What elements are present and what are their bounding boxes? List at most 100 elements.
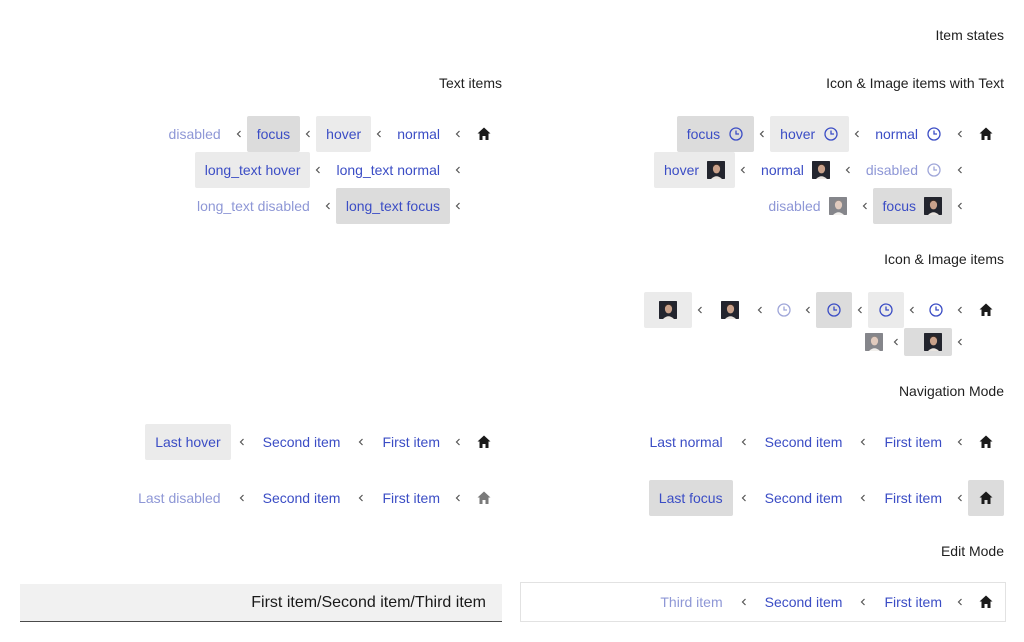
chevron-left-icon [888,337,904,347]
avatar-image [828,197,847,215]
breadcrumb-path-input[interactable]: First item/Second item/Third item [20,584,502,622]
home-icon[interactable] [968,292,1004,328]
icon-text-item-disabled: disabled [856,152,952,188]
header-edit-mode: Edit Mode [940,543,1004,559]
icon-text-row-3: disabled focus [758,188,1004,224]
icon-item-normal[interactable] [920,292,952,328]
chevron-left-icon [371,129,387,139]
nav-item-first[interactable]: First item [874,424,952,460]
chevron-left-icon [733,597,755,607]
chevron-left-icon [350,493,372,503]
edit-item-third: Third item [660,594,723,610]
header-item-states: Item states [935,27,1004,43]
clock-icon [926,162,942,178]
home-icon[interactable] [968,584,1004,620]
icon-text-item-focus[interactable]: focus [676,116,755,152]
chevron-left-icon [320,201,336,211]
header-icon-image-with-text: Icon & Image items with Text [826,75,1004,91]
avatar-image [721,301,739,319]
chevron-left-icon [733,437,755,447]
nav-item-second[interactable]: Second item [755,480,853,516]
nav-item-first[interactable]: First item [874,480,952,516]
clock-icon [878,302,894,318]
avatar-image [924,197,942,215]
item-label: hover [664,162,700,178]
chevron-left-icon [800,305,816,315]
chevron-left-icon [231,437,253,447]
chevron-left-icon [852,305,868,315]
image-item-normal[interactable] [708,292,752,328]
breadcrumb-item-normal[interactable]: normal [387,116,450,152]
avatar-image [659,301,677,319]
header-text-items: Text items [438,75,502,91]
icon-text-row-2: hover normal disabled [654,152,1004,188]
edit-item-second[interactable]: Second item [755,584,853,620]
chevron-left-icon [733,493,755,503]
breadcrumb-item-hover[interactable]: hover [316,116,372,152]
icon-item-hover[interactable] [868,292,904,328]
home-icon[interactable] [466,116,502,152]
image-text-item-normal[interactable]: normal [751,152,840,188]
breadcrumb-item-focus[interactable]: focus [246,116,301,152]
breadcrumb-item-disabled: disabled [168,126,221,142]
chevron-left-icon [754,129,770,139]
clock-icon [826,302,842,318]
chevron-left-icon [952,129,968,139]
chevron-left-icon [450,437,466,447]
clock-icon [823,126,839,142]
breadcrumb-item-long-hover[interactable]: long_text hover [194,152,311,188]
item-label: normal [761,162,804,178]
nav-left-row-1: Last hover Second item First item [145,424,502,460]
nav-item-last-hover[interactable]: Last hover [145,424,231,460]
item-label: disabled [768,198,821,214]
home-icon[interactable] [968,480,1004,516]
nav-item-last-normal[interactable]: Last normal [639,424,732,460]
edit-item-first[interactable]: First item [874,584,952,620]
icon-text-item-normal[interactable]: normal [865,116,952,152]
image-item-hover[interactable] [644,292,692,328]
item-label: normal [875,126,918,142]
avatar-image [865,333,883,351]
header-navigation-mode: Navigation Mode [898,383,1004,399]
icon-item-disabled [768,292,800,328]
image-text-item-focus[interactable]: focus [872,188,952,224]
chevron-left-icon [450,201,466,211]
chevron-left-icon [310,165,326,175]
image-item-focus[interactable] [904,328,952,356]
icon-item-focus[interactable] [816,292,852,328]
chevron-left-icon [231,129,247,139]
home-icon[interactable] [968,116,1004,152]
item-label: disabled [865,162,918,178]
nav-item-last-focus[interactable]: Last focus [648,480,733,516]
nav-item-second[interactable]: Second item [253,480,351,516]
text-items-row-2: long_text hover long_text normal [194,152,502,188]
text-items-row-1: disabled focus hover normal [159,116,502,152]
chevron-left-icon [300,129,316,139]
image-text-item-disabled: disabled [758,188,856,224]
chevron-left-icon [952,201,968,211]
chevron-left-icon [852,493,874,503]
chevron-left-icon [849,129,865,139]
icon-text-item-hover[interactable]: hover [770,116,850,152]
chevron-left-icon [952,493,968,503]
chevron-left-icon [952,305,968,315]
nav-item-second[interactable]: Second item [253,424,351,460]
chevron-left-icon [735,165,751,175]
breadcrumb-item-long-focus[interactable]: long_text focus [335,188,450,224]
item-label: focus [882,198,916,214]
breadcrumb-item-long-normal[interactable]: long_text normal [326,152,450,188]
icon-items-row-1 [644,292,1004,328]
chevron-left-icon [450,493,466,503]
nav-item-first[interactable]: First item [372,480,450,516]
chevron-left-icon [231,493,253,503]
item-label: hover [780,126,816,142]
nav-item-first[interactable]: First item [372,424,450,460]
nav-item-last-disabled: Last disabled [138,490,221,506]
image-text-item-hover[interactable]: hover [654,152,736,188]
home-icon [466,480,502,516]
home-icon[interactable] [466,424,502,460]
nav-item-second[interactable]: Second item [755,424,853,460]
home-icon[interactable] [968,424,1004,460]
chevron-left-icon [752,305,768,315]
avatar-image [707,161,726,179]
